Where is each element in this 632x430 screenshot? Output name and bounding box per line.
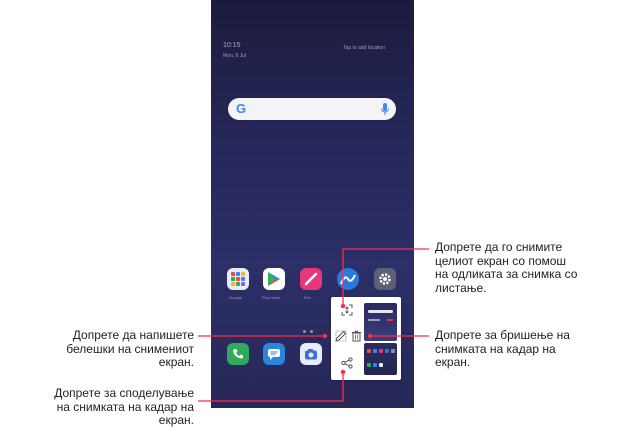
- callout-line: екран.: [158, 355, 194, 369]
- app-label-play-store: Play Store: [262, 295, 281, 300]
- google-logo: G: [235, 101, 247, 116]
- clock-widget-time: 10:15: [223, 42, 241, 49]
- clock-widget-date: Mon, 8 Jul: [223, 53, 247, 59]
- callout-line: Допрете за бришење на: [435, 328, 570, 342]
- app-label-pen: Pen: [304, 295, 312, 300]
- screenshot-thumbnail-bottom[interactable]: [364, 343, 397, 375]
- play-store-icon[interactable]: [263, 268, 285, 290]
- camera-icon[interactable]: [300, 343, 322, 365]
- mic-icon[interactable]: [380, 102, 390, 116]
- edit-icon[interactable]: [334, 329, 348, 343]
- phone-icon[interactable]: [227, 343, 249, 365]
- callout-line: снимката на кадар на: [435, 341, 556, 356]
- share-icon[interactable]: [340, 356, 354, 370]
- folder-icon[interactable]: [227, 268, 249, 290]
- weather-widget-notice: Tap to add location: [343, 45, 385, 51]
- phone-screen: 10:15 Mon, 8 Jul Tap to add location G G…: [211, 0, 414, 408]
- callout-line: целиот екран со помош: [435, 253, 567, 268]
- callout-delete: Допрете за бришење на снимката на кадар …: [435, 328, 570, 370]
- scroll-capture-icon[interactable]: [340, 303, 354, 317]
- callout-line: белешки на снимениот: [66, 341, 194, 356]
- callout-line: Допрете да го снимите: [435, 240, 563, 254]
- app-label-folder: Google: [229, 295, 242, 300]
- callout-line: листање.: [435, 280, 487, 295]
- callout-line: екран.: [158, 413, 194, 427]
- callout-share: Допрете за споделување на снимката на ка…: [54, 386, 194, 428]
- message-icon[interactable]: [263, 343, 285, 365]
- callout-line: екран.: [435, 355, 471, 369]
- page-indicator: [303, 330, 317, 333]
- screenshot-thumbnail-top[interactable]: [364, 303, 397, 341]
- gear-icon[interactable]: [374, 268, 396, 290]
- google-search-bar[interactable]: G: [228, 98, 396, 120]
- gallery-icon[interactable]: [337, 268, 359, 290]
- callout-write-notes: Допрете да напишете белешки на снимениот…: [66, 328, 194, 370]
- delete-icon[interactable]: [349, 329, 363, 343]
- callout-line: на снимката на кадар на: [56, 399, 194, 414]
- capture-panel: [331, 297, 401, 380]
- callout-line: Допрете да напишете: [72, 328, 194, 342]
- pen-icon[interactable]: [300, 268, 322, 290]
- callout-line: на одликата за снимка со: [435, 267, 578, 281]
- callout-line: Допрете за споделување: [54, 386, 194, 400]
- callout-scroll-capture: Допрете да го снимите целиот екран со по…: [435, 240, 578, 295]
